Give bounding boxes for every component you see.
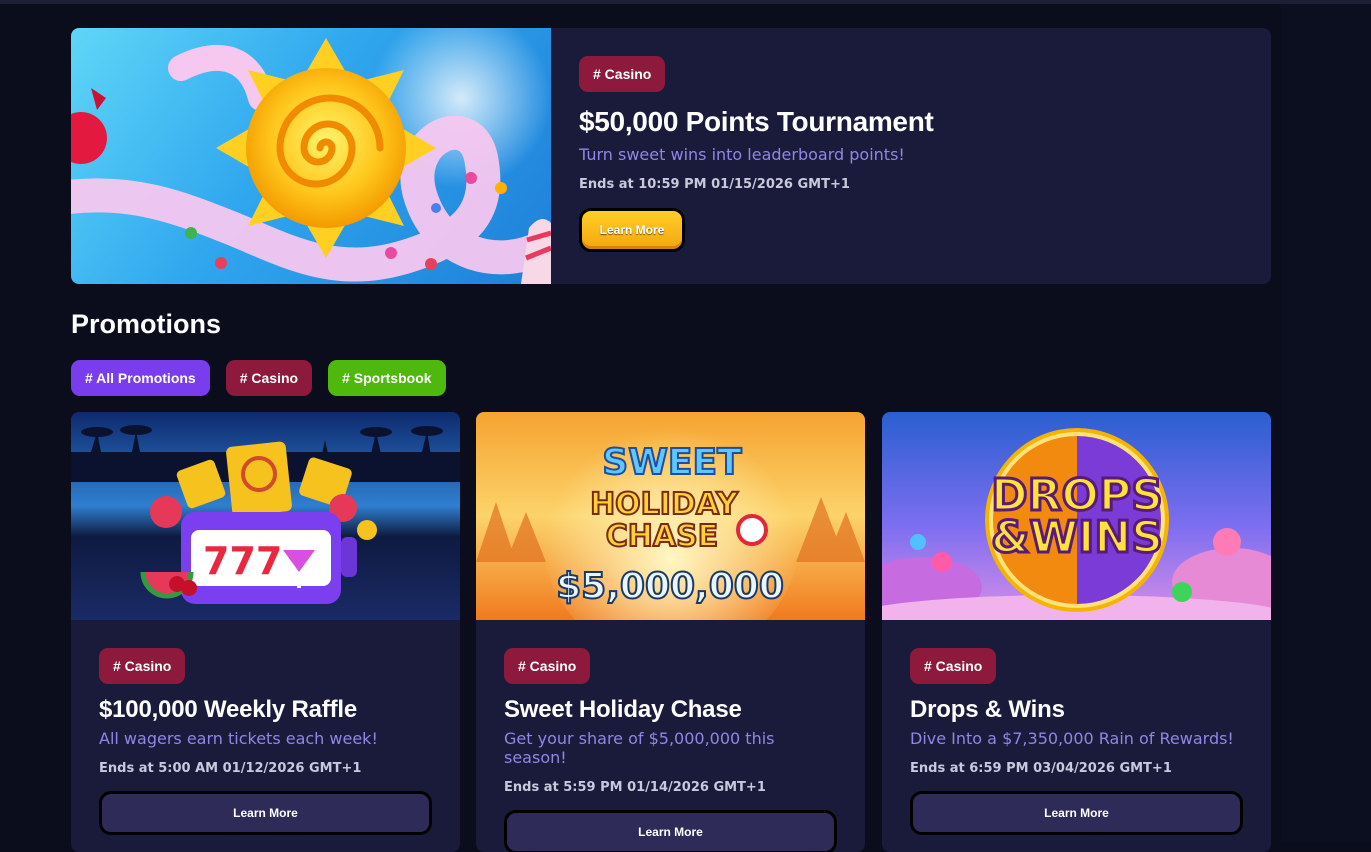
promotion-card-drops-and-wins: DROPS &WINS # Casino Drops & Wins Dive I…: [882, 412, 1271, 852]
promotion-card-sweet-holiday-chase: SWEET HOLIDAY CHASE $5,000,000 # Casino …: [476, 412, 865, 852]
candy-sun-illustration: [71, 28, 551, 284]
card-title: Drops & Wins: [910, 696, 1065, 723]
drops-and-wins-banner[interactable]: DROPS &WINS: [882, 412, 1271, 620]
banner-holiday-text: HOLIDAY: [590, 487, 739, 522]
card-end-date: Ends at 6:59 PM 03/04/2026 GMT+1: [910, 761, 1172, 776]
card-body: # Casino $100,000 Weekly Raffle All wage…: [99, 648, 432, 835]
learn-more-button[interactable]: Learn More: [910, 791, 1243, 835]
banner-sweet-text: SWEET: [602, 442, 742, 483]
card-body: # Casino Sweet Holiday Chase Get your sh…: [504, 648, 837, 852]
card-title: $100,000 Weekly Raffle: [99, 696, 357, 723]
filter-all-promotions[interactable]: # All Promotions: [71, 360, 210, 396]
banner-amount-text: $5,000,000: [556, 566, 784, 607]
casino-tag[interactable]: # Casino: [99, 648, 186, 684]
promotion-card-weekly-raffle: 777 # Casino $100,000 Weekly Raffle All …: [71, 412, 460, 852]
banner-chase-text: CHASE: [606, 519, 718, 554]
card-subtitle: All wagers earn tickets each week!: [99, 729, 378, 748]
card-subtitle: Get your share of $5,000,000 this season…: [504, 729, 775, 767]
filter-sportsbook[interactable]: # Sportsbook: [328, 360, 446, 396]
top-bar: [0, 0, 1371, 4]
featured-promotion-body: # Casino $50,000 Points Tournament Turn …: [579, 56, 934, 252]
banner-wins-text: &WINS: [991, 512, 1163, 563]
card-title: Sweet Holiday Chase: [504, 696, 742, 723]
slot-machine-illustration: 777: [71, 412, 460, 620]
right-rail: [1281, 4, 1371, 842]
featured-promotion-title: $50,000 Points Tournament: [579, 106, 934, 137]
holiday-chase-illustration: SWEET HOLIDAY CHASE $5,000,000: [476, 412, 865, 620]
promotion-filter-bar: # All Promotions # Casino # Sportsbook: [71, 360, 446, 396]
promotions-heading: Promotions: [71, 309, 222, 339]
drops-and-wins-illustration: DROPS &WINS: [882, 412, 1271, 620]
featured-promotion-end-date: Ends at 10:59 PM 01/15/2026 GMT+1: [579, 177, 850, 192]
casino-tag[interactable]: # Casino: [504, 648, 591, 684]
featured-promotion-subtitle: Turn sweet wins into leaderboard points!: [579, 145, 905, 164]
card-body: # Casino Drops & Wins Dive Into a $7,350…: [910, 648, 1243, 835]
featured-promotion-card: # Casino $50,000 Points Tournament Turn …: [71, 28, 1271, 284]
card-end-date: Ends at 5:59 PM 01/14/2026 GMT+1: [504, 780, 766, 795]
weekly-raffle-banner[interactable]: 777: [71, 412, 460, 620]
slot-reel-text: 777: [203, 539, 282, 583]
learn-more-button[interactable]: Learn More: [99, 791, 432, 835]
sweet-holiday-chase-banner[interactable]: SWEET HOLIDAY CHASE $5,000,000: [476, 412, 865, 620]
featured-promotion-banner[interactable]: [71, 28, 551, 284]
casino-tag[interactable]: # Casino: [579, 56, 666, 92]
casino-tag[interactable]: # Casino: [910, 648, 997, 684]
card-end-date: Ends at 5:00 AM 01/12/2026 GMT+1: [99, 761, 362, 776]
filter-casino[interactable]: # Casino: [225, 360, 313, 396]
card-subtitle: Dive Into a $7,350,000 Rain of Rewards!: [910, 729, 1234, 748]
learn-more-button[interactable]: Learn More: [504, 810, 837, 852]
featured-learn-more-button[interactable]: Learn More: [579, 208, 685, 252]
